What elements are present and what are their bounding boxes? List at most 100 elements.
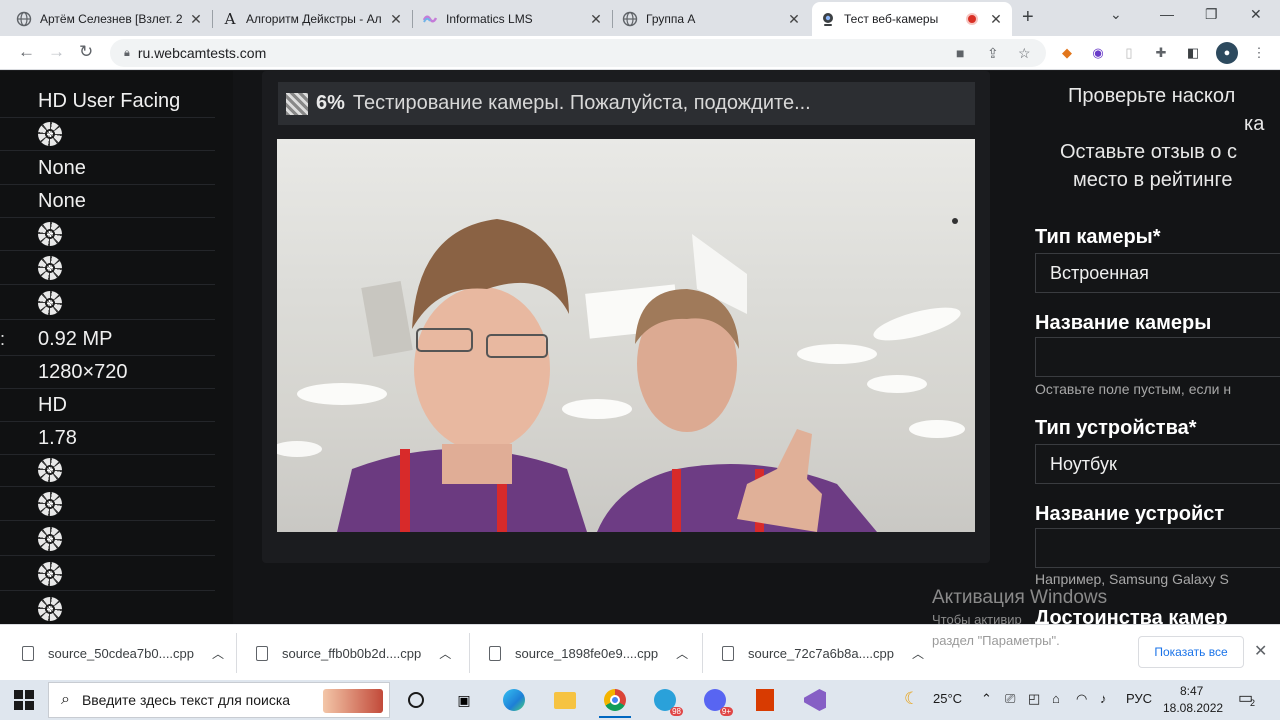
share-icon[interactable]: ⇪ <box>987 45 999 62</box>
tab-search-chevron-icon[interactable]: ⌄ <box>1110 6 1122 23</box>
spec-row: HD User Facing <box>0 85 215 118</box>
loading-icon <box>38 562 62 586</box>
download-divider <box>469 633 470 673</box>
close-shelf-icon[interactable]: ✕ <box>1254 641 1267 661</box>
telegram-icon[interactable]: 98 <box>653 688 683 716</box>
download-filename: source_72c7a6b8a....cpp <box>748 645 894 661</box>
spec-row: 1.78 <box>0 422 215 455</box>
back-icon[interactable]: ← <box>18 42 35 62</box>
profile-avatar[interactable]: ● <box>1216 42 1238 64</box>
camera-type-label: Тип камеры* <box>1035 226 1161 248</box>
restore-icon[interactable]: ❐ <box>1205 6 1218 23</box>
windows-start-icon[interactable] <box>14 690 34 710</box>
tab-close-icon[interactable]: ✕ <box>988 11 1004 28</box>
chrome-icon[interactable] <box>599 688 631 718</box>
menu-kebab-icon[interactable]: ⋮ <box>1250 44 1268 62</box>
tab-group-a[interactable]: Группа А ✕ <box>614 2 810 36</box>
tab-title: Тест веб-камеры <box>844 12 939 26</box>
globe-icon <box>622 11 638 27</box>
tab-artem[interactable]: Артём Селезнев [Взлет. 2 ✕ <box>8 2 212 36</box>
spec-row <box>0 118 215 151</box>
tray-chevron-icon[interactable]: ⌃ <box>981 691 992 707</box>
language-indicator[interactable]: РУС <box>1126 691 1152 706</box>
cortana-icon[interactable] <box>404 688 428 712</box>
test-message: Тестирование камеры. Пожалуйста, подожди… <box>352 92 811 114</box>
download-shelf: source_50cdea7b0....cpp ︿ source_ffb0b0b… <box>0 624 1280 680</box>
task-view-icon[interactable]: ▣ <box>452 688 476 712</box>
file-icon <box>256 645 268 661</box>
extension-grey-icon[interactable]: ▯ <box>1120 44 1138 62</box>
chevron-up-icon[interactable]: ︿ <box>212 645 224 662</box>
form-intro-line3: Оставьте отзыв о с <box>1060 141 1237 163</box>
test-status-bar: 6% Тестирование камеры. Пожалуйста, подо… <box>278 82 975 125</box>
tray-camera-icon[interactable]: ◰ <box>1028 691 1040 707</box>
discord-icon[interactable]: 9+ <box>703 688 733 716</box>
device-name-input[interactable] <box>1035 528 1280 568</box>
device-name-hint: Например, Samsung Galaxy S <box>1035 571 1229 587</box>
show-all-downloads-button[interactable]: Показать все <box>1138 636 1244 668</box>
close-window-icon[interactable]: ✕ <box>1250 6 1262 23</box>
tab-title: Алгоритм Дейкстры - Ал <box>246 12 382 26</box>
office-icon[interactable] <box>753 688 777 712</box>
tab-informatics[interactable]: Informatics LMS ✕ <box>414 2 612 36</box>
loading-icon <box>38 458 62 482</box>
side-panel-icon[interactable]: ◧ <box>1184 44 1202 62</box>
tab-divider <box>612 10 613 28</box>
chevron-up-icon[interactable]: ︿ <box>676 645 688 662</box>
tab-close-icon[interactable]: ✕ <box>188 11 204 28</box>
metamask-icon[interactable]: ◆ <box>1058 44 1076 62</box>
tray-device-icon[interactable]: ⎚ <box>1005 691 1015 707</box>
download-item[interactable]: source_50cdea7b0....cpp ︿ <box>22 625 224 681</box>
clock-time[interactable]: 8:47 <box>1180 684 1203 698</box>
camera-name-input[interactable] <box>1035 337 1280 377</box>
spec-row <box>0 218 215 251</box>
forward-icon[interactable]: → <box>48 42 65 62</box>
minimize-icon[interactable]: — <box>1160 6 1174 22</box>
clock-date[interactable]: 18.08.2022 <box>1163 701 1223 715</box>
camera-in-use-icon[interactable]: ■ <box>956 45 964 61</box>
volume-icon[interactable]: ♪ <box>1100 691 1107 706</box>
loading-icon <box>38 597 62 621</box>
wifi-icon[interactable]: ◠ <box>1076 691 1087 707</box>
loading-icon <box>38 122 62 146</box>
extensions-puzzle-icon[interactable]: ✚ <box>1152 44 1170 62</box>
camera-type-select[interactable]: Встроенная <box>1035 253 1280 293</box>
tab-webcam-test[interactable]: Тест веб-камеры ✕ <box>812 2 1012 36</box>
search-placeholder: Введите здесь текст для поиска <box>81 692 291 708</box>
tab-title: Артём Селезнев [Взлет. 2 <box>40 12 183 26</box>
device-type-select[interactable]: Ноутбук <box>1035 444 1280 484</box>
camera-name-hint: Оставьте поле пустым, если н <box>1035 381 1232 397</box>
edge-icon[interactable] <box>502 688 526 712</box>
wiki-a-icon: A <box>224 10 236 28</box>
temperature-text[interactable]: 25°C <box>933 691 962 706</box>
address-bar[interactable]: 🔒︎ ru.webcamtests.com <box>110 39 1046 67</box>
notification-count: 2 <box>1250 698 1256 708</box>
tab-close-icon[interactable]: ✕ <box>786 11 802 28</box>
download-item[interactable]: source_ffb0b0b2d....cpp ︿ <box>256 625 451 681</box>
download-item[interactable]: source_72c7a6b8a....cpp ︿ <box>722 625 924 681</box>
device-name-label: Название устройст <box>1035 503 1225 525</box>
taskbar-search-box[interactable]: ⌕ Введите здесь текст для поиска <box>48 682 390 718</box>
download-filename: source_50cdea7b0....cpp <box>48 645 194 661</box>
bookmark-star-icon[interactable]: ☆ <box>1018 45 1031 62</box>
new-tab-button[interactable]: + <box>1022 6 1034 29</box>
chevron-up-icon[interactable]: ︿ <box>912 645 924 662</box>
reload-icon[interactable]: ↻ <box>79 42 93 62</box>
network-icon[interactable]: ⌂ <box>1052 691 1060 706</box>
weather-moon-icon[interactable]: ☾ <box>904 689 919 709</box>
tab-dijkstra[interactable]: A Алгоритм Дейкстры - Ал ✕ <box>214 2 412 36</box>
url-text: ru.webcamtests.com <box>137 45 267 61</box>
download-item[interactable]: source_1898fe0e9....cpp ︿ <box>489 625 688 681</box>
webcam-frame-image <box>277 218 965 532</box>
tab-close-icon[interactable]: ✕ <box>588 11 604 28</box>
spec-row <box>0 287 215 320</box>
spec-row <box>0 593 215 624</box>
extension-circle-icon[interactable]: ◉ <box>1089 44 1107 62</box>
camera-name-label: Название камеры <box>1035 312 1212 334</box>
file-explorer-icon[interactable] <box>553 688 577 712</box>
visual-studio-icon[interactable] <box>803 688 827 712</box>
loading-icon <box>38 291 62 315</box>
tab-close-icon[interactable]: ✕ <box>388 11 404 28</box>
search-highlight-icon <box>323 689 383 713</box>
chevron-up-icon[interactable]: ︿ <box>439 645 451 662</box>
